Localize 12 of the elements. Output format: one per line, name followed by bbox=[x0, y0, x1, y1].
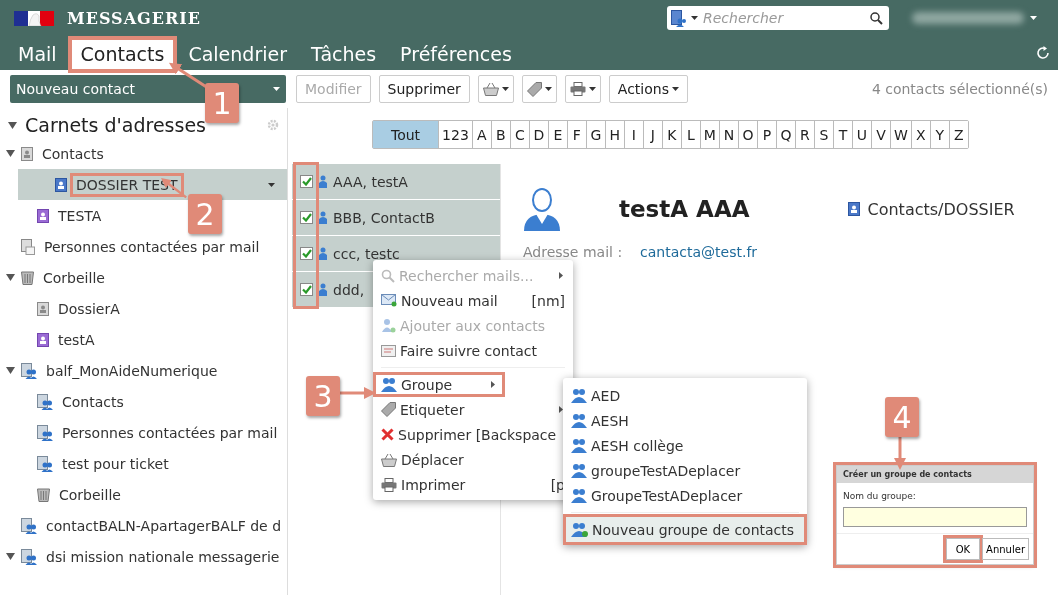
selection-count: 4 contacts sélectionné(s) bbox=[871, 81, 1048, 97]
field-label: Adresse mail : bbox=[523, 244, 623, 260]
dialog-title: Créer un groupe de contacts bbox=[837, 466, 1033, 483]
callout-number: 4 bbox=[885, 397, 919, 437]
contact-name: testA AAA bbox=[619, 196, 750, 222]
sidebar-title: Carnets d'adresses bbox=[25, 114, 206, 136]
callout-number: 2 bbox=[188, 194, 222, 234]
callout-number: 1 bbox=[205, 83, 239, 123]
app-title: MESSAGERIE bbox=[67, 8, 201, 28]
addressbook-path: Contacts/DOSSIER bbox=[867, 199, 1015, 219]
field-label: Nom du groupe: bbox=[843, 491, 917, 501]
callout-number: 3 bbox=[306, 376, 340, 416]
